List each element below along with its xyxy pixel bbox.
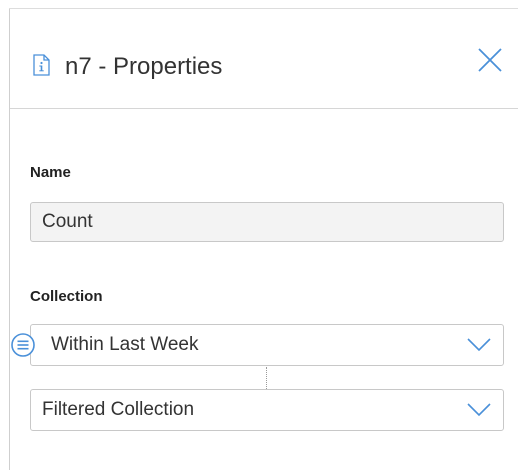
collection-label: Collection bbox=[30, 288, 103, 305]
collection-select[interactable]: Within Last Week bbox=[30, 324, 504, 366]
chevron-down-icon bbox=[467, 403, 491, 417]
filtered-collection-select-value: Filtered Collection bbox=[42, 399, 195, 420]
collection-select-value: Within Last Week bbox=[51, 334, 199, 355]
chevron-down-icon bbox=[467, 338, 491, 352]
document-info-icon bbox=[33, 54, 50, 76]
close-button[interactable] bbox=[473, 43, 507, 77]
page-title: n7 - Properties bbox=[65, 53, 223, 80]
filtered-collection-select[interactable]: Filtered Collection bbox=[30, 389, 504, 431]
list-icon[interactable] bbox=[10, 332, 36, 358]
filter-connector-line bbox=[266, 367, 267, 389]
panel-header: n7 - Properties bbox=[10, 9, 518, 109]
close-icon bbox=[478, 48, 502, 72]
name-field[interactable] bbox=[30, 202, 504, 242]
name-label: Name bbox=[30, 164, 71, 181]
properties-panel: n7 - Properties Name Collection Within L… bbox=[0, 0, 518, 470]
